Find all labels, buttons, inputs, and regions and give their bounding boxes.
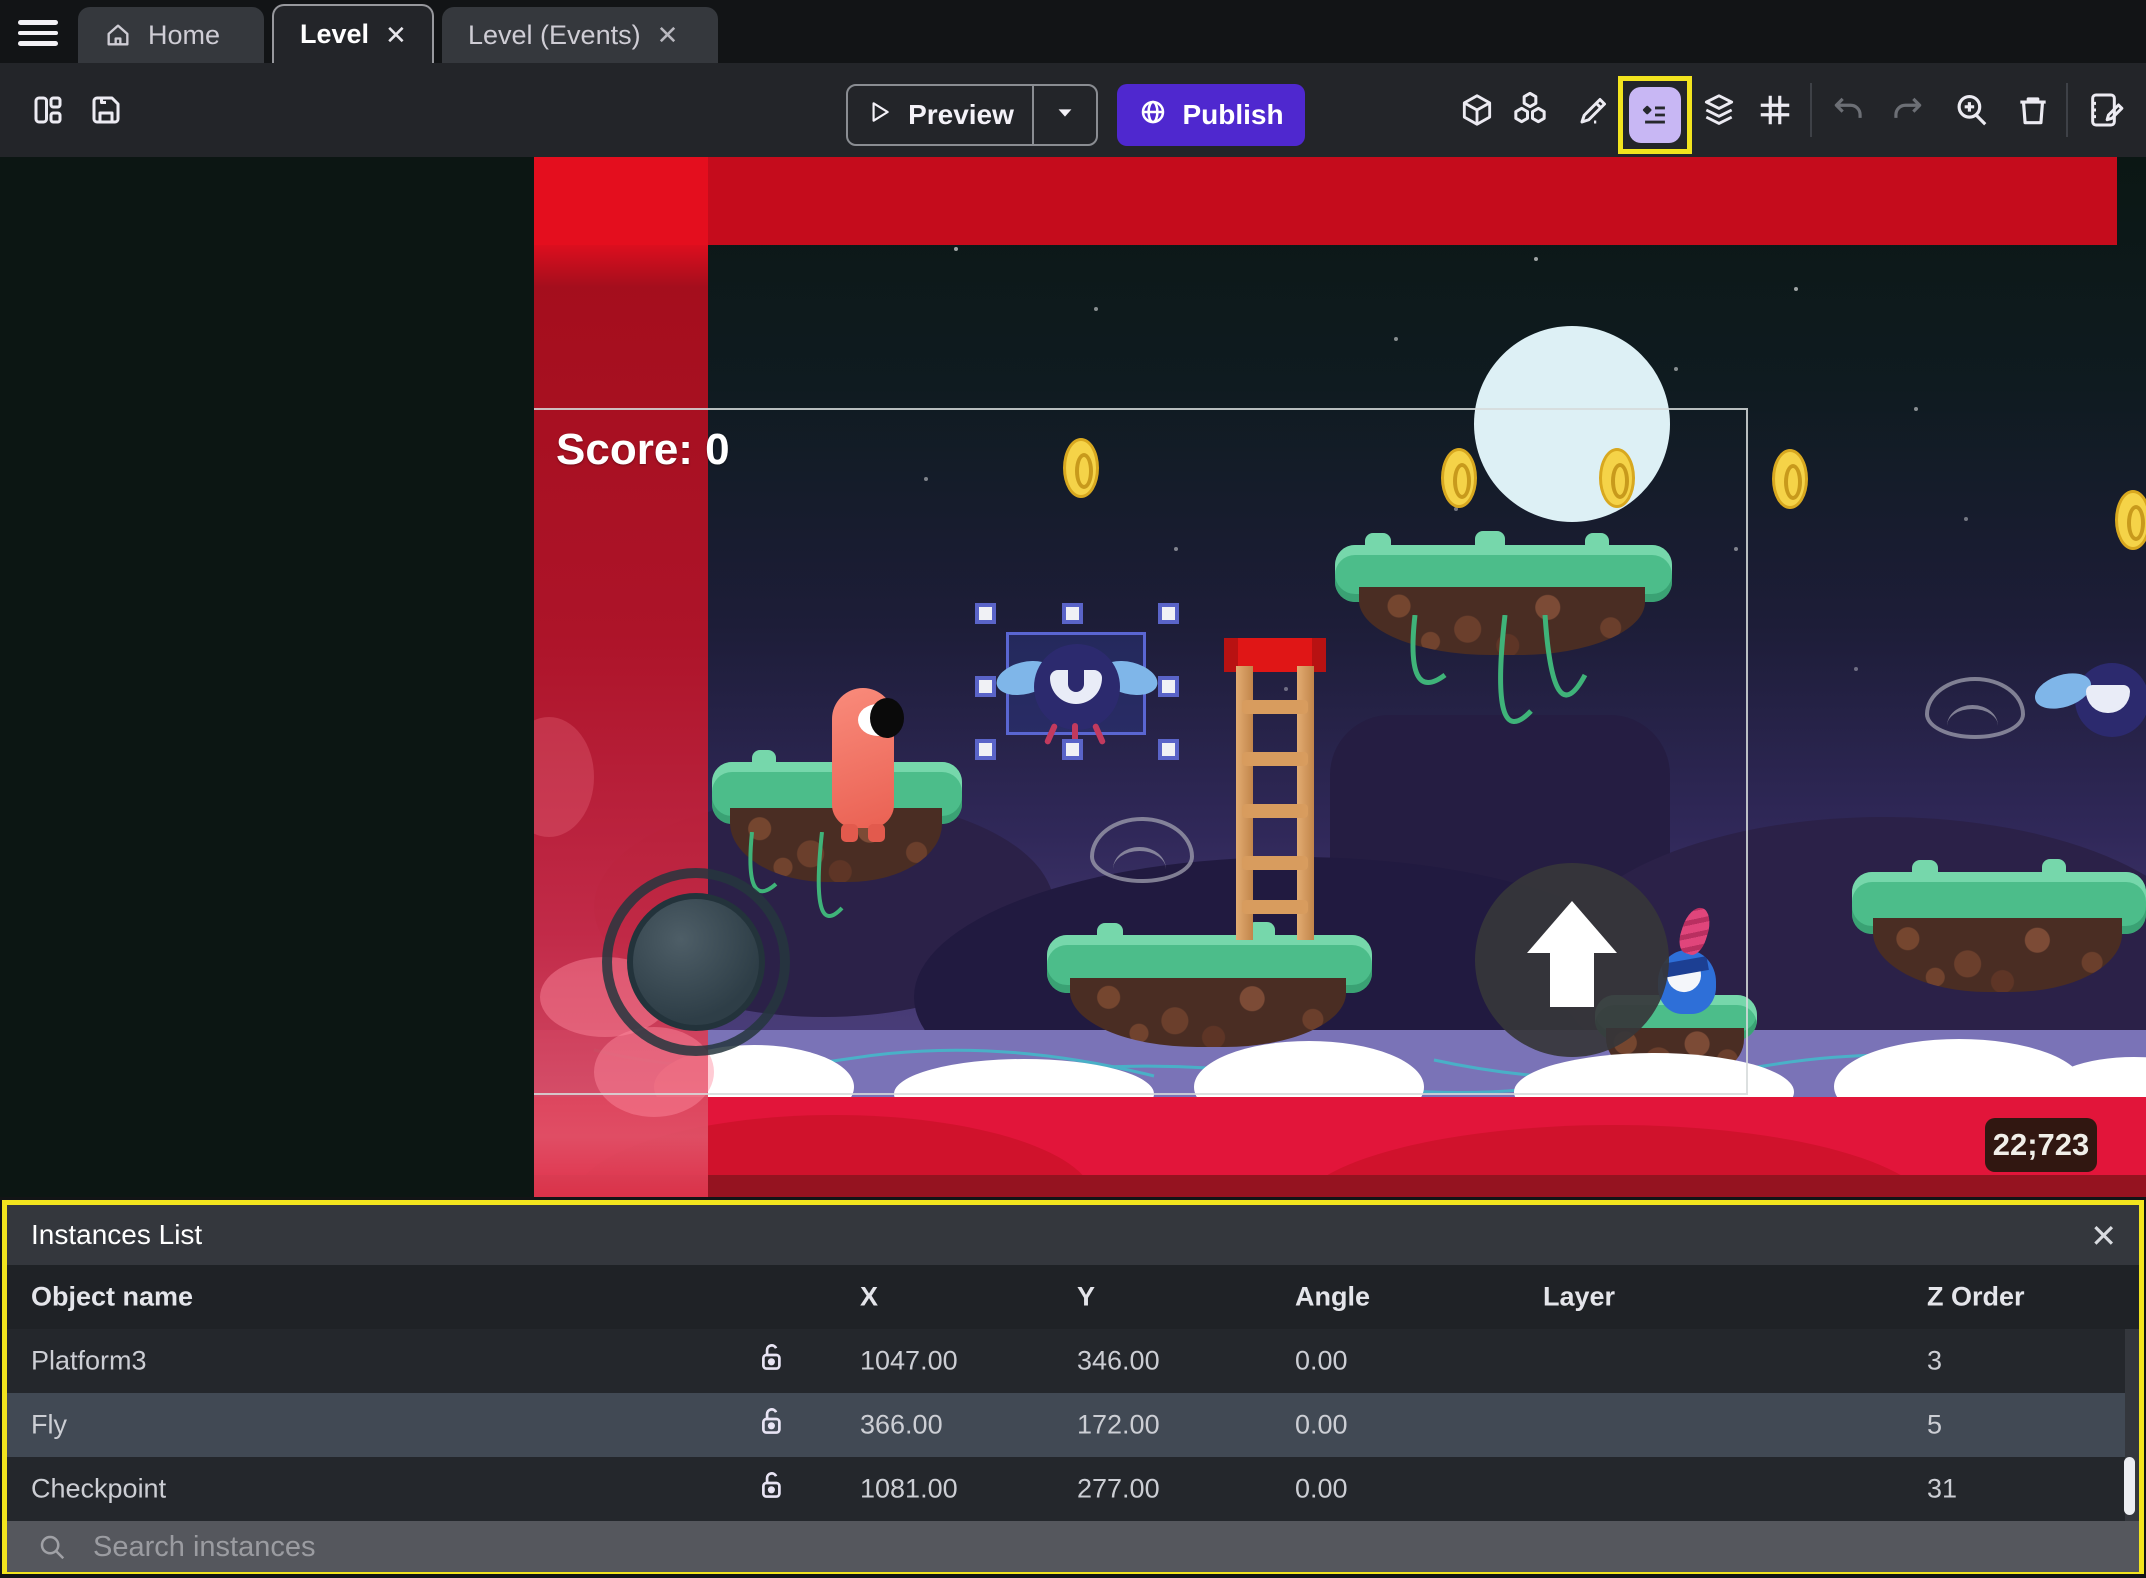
table-row[interactable]: Checkpoint 1081.00 277.00 0.00 31 xyxy=(7,1457,2125,1521)
game-scene[interactable]: 22;723 Score: 0 xyxy=(534,157,2146,1197)
column-y: Y xyxy=(1077,1281,1096,1312)
selection-handle[interactable] xyxy=(975,739,996,760)
column-z-order: Z Order xyxy=(1927,1281,2025,1312)
home-icon xyxy=(104,21,132,49)
instance-angle[interactable]: 0.00 xyxy=(1295,1474,1348,1505)
redo-icon[interactable] xyxy=(1888,91,1926,129)
selection-handle[interactable] xyxy=(975,676,996,697)
instance-angle[interactable]: 0.00 xyxy=(1295,1410,1348,1441)
panel-header: Instances List ✕ xyxy=(7,1205,2139,1265)
column-object-name: Object name xyxy=(31,1281,194,1312)
instance-z-order[interactable]: 5 xyxy=(1927,1410,1942,1441)
red-zone-top[interactable] xyxy=(534,157,2117,245)
jump-button[interactable] xyxy=(1475,863,1669,1057)
instance-name: Fly xyxy=(31,1409,67,1440)
instance-y[interactable]: 346.00 xyxy=(1077,1346,1160,1377)
panel-scrollbar[interactable] xyxy=(2124,1457,2135,1515)
cube-3d-icon[interactable] xyxy=(1458,91,1496,129)
column-layer: Layer xyxy=(1543,1281,1616,1312)
tab-home[interactable]: Home xyxy=(78,7,264,63)
editor-window: Home Level ✕ Level (Events) ✕ Preview Pu… xyxy=(0,0,2146,1578)
coin[interactable] xyxy=(1772,449,1808,509)
up-arrow-stem xyxy=(1550,951,1594,1007)
instance-x[interactable]: 1047.00 xyxy=(860,1346,958,1377)
publish-label: Publish xyxy=(1182,99,1284,130)
search-instances-input[interactable] xyxy=(91,1521,1695,1574)
unlock-icon[interactable] xyxy=(757,1342,787,1381)
instance-z-order[interactable]: 31 xyxy=(1927,1474,1957,1505)
instance-y[interactable]: 277.00 xyxy=(1077,1474,1160,1505)
close-tab-icon[interactable]: ✕ xyxy=(385,22,407,48)
instance-x[interactable]: 1081.00 xyxy=(860,1474,958,1505)
search-icon xyxy=(40,1535,65,1560)
up-arrow-icon xyxy=(1527,901,1617,953)
coin[interactable] xyxy=(2115,490,2146,550)
chevron-down-icon xyxy=(1054,102,1076,129)
undo-icon[interactable] xyxy=(1830,91,1868,129)
layers-icon[interactable] xyxy=(1700,91,1738,129)
zoom-in-icon[interactable] xyxy=(1952,91,1990,129)
selection-handle[interactable] xyxy=(1158,676,1179,697)
instances-list-icon[interactable] xyxy=(1629,87,1681,143)
tab-level-events[interactable]: Level (Events) ✕ xyxy=(442,7,718,63)
publish-button[interactable]: Publish xyxy=(1117,84,1305,146)
selection-handle[interactable] xyxy=(975,603,996,624)
eye-decoration xyxy=(1925,677,2025,739)
edit-scene-properties-icon[interactable] xyxy=(2086,90,2126,130)
joystick-knob[interactable] xyxy=(627,893,765,1031)
instance-x[interactable]: 366.00 xyxy=(860,1410,943,1441)
tab-label: Level xyxy=(300,19,370,49)
platform[interactable] xyxy=(1852,859,2146,992)
selection-handle[interactable] xyxy=(1158,739,1179,760)
play-icon xyxy=(866,99,892,132)
instance-name: Checkpoint xyxy=(31,1473,167,1504)
selection-handle[interactable] xyxy=(1062,603,1083,624)
column-x: X xyxy=(860,1281,879,1312)
panel-title: Instances List xyxy=(31,1219,203,1250)
tab-bar: Home Level ✕ Level (Events) ✕ xyxy=(0,0,2146,63)
table-row-selected[interactable]: Fly 366.00 172.00 0.00 5 xyxy=(7,1393,2125,1457)
divider xyxy=(2066,83,2068,137)
table-row[interactable]: Platform3 1047.00 346.00 0.00 3 xyxy=(7,1329,2125,1393)
score-text[interactable]: Score: 0 xyxy=(556,425,730,475)
red-zone-bottom[interactable] xyxy=(534,1097,2146,1197)
preview-dropdown[interactable] xyxy=(1032,86,1096,144)
toolbar: Preview Publish xyxy=(0,63,2146,157)
instance-z-order[interactable]: 3 xyxy=(1927,1346,1942,1377)
layout-panels-icon[interactable] xyxy=(30,92,66,128)
instance-y[interactable]: 172.00 xyxy=(1077,1410,1160,1441)
table-header-row: Object name X Y Angle Layer Z Order xyxy=(7,1265,2139,1329)
search-row xyxy=(7,1521,2139,1574)
unlock-icon[interactable] xyxy=(757,1470,787,1509)
preview-label: Preview xyxy=(908,99,1014,130)
close-tab-icon[interactable]: ✕ xyxy=(657,22,679,48)
close-panel-icon[interactable]: ✕ xyxy=(2090,1217,2117,1255)
instance-angle[interactable]: 0.00 xyxy=(1295,1346,1348,1377)
divider xyxy=(1810,83,1812,137)
tab-level[interactable]: Level ✕ xyxy=(272,4,434,63)
selection-handle[interactable] xyxy=(1062,739,1083,760)
edit-pencil-icon[interactable] xyxy=(1576,92,1612,128)
selection-handle[interactable] xyxy=(1158,603,1179,624)
grid-icon[interactable] xyxy=(1756,91,1794,129)
globe-icon xyxy=(1138,97,1168,134)
cursor-coordinates-badge: 22;723 xyxy=(1985,1118,2097,1172)
trash-icon[interactable] xyxy=(2014,91,2052,129)
tab-label: Level (Events) xyxy=(468,19,641,50)
unlock-icon[interactable] xyxy=(757,1406,787,1445)
column-angle: Angle xyxy=(1295,1281,1371,1312)
instances-list-panel: Instances List ✕ Object name X Y Angle L… xyxy=(2,1200,2144,1574)
tab-label: Home xyxy=(148,19,221,50)
objects-cubes-icon[interactable] xyxy=(1510,90,1550,130)
save-icon[interactable] xyxy=(88,92,124,128)
preview-button[interactable]: Preview xyxy=(846,84,1098,146)
main-menu-icon[interactable] xyxy=(18,20,58,46)
instance-name: Platform3 xyxy=(31,1345,147,1376)
scene-canvas[interactable]: 22;723 Score: 0 xyxy=(0,157,2146,1197)
